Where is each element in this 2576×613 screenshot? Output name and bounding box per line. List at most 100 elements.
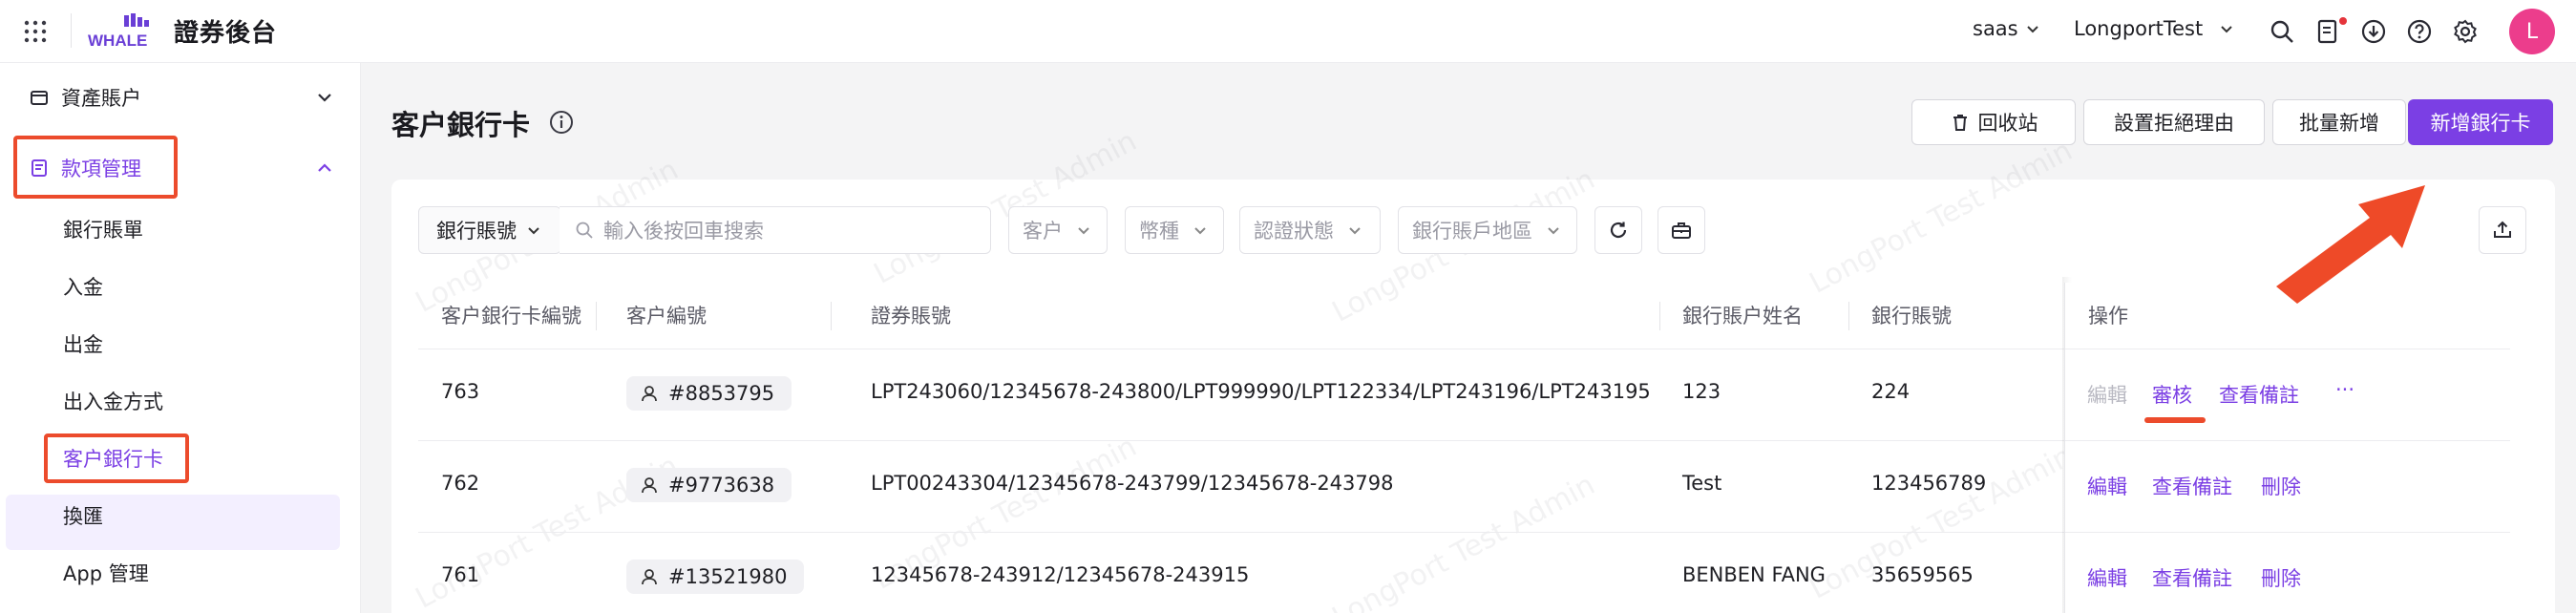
chevron-down-icon (318, 94, 331, 102)
highlight-box-funds (13, 136, 178, 199)
customer-id: #9773638 (668, 474, 775, 497)
chevron-down-icon (2221, 26, 2232, 33)
cell-bank-number: 224 (1871, 380, 1911, 403)
recycle-bin-button[interactable]: 回收站 (1911, 99, 2076, 145)
view-remarks-link[interactable]: 查看備註 (2152, 563, 2232, 592)
header-customer-id: 客户編號 (626, 305, 707, 328)
sidebar-item-bank-statements[interactable]: 銀行賬單 (63, 211, 143, 249)
export-button[interactable] (2479, 206, 2526, 254)
cell-card-id: 761 (441, 563, 480, 586)
user-icon (642, 569, 657, 585)
cell-securities-account: LPT00243304/12345678-243799/12345678-243… (871, 472, 1394, 495)
header-bank-account-number: 銀行賬號 (1871, 305, 1952, 328)
environment-label: LongportTest (2074, 17, 2204, 40)
toolbox-button[interactable] (1658, 206, 1705, 254)
divider (71, 13, 72, 48)
customer-id: #13521980 (668, 565, 788, 588)
refresh-button[interactable] (1594, 206, 1642, 254)
cell-account-name: Test (1682, 472, 1722, 495)
notification-dot (2339, 17, 2347, 25)
chevron-down-icon (2026, 26, 2038, 33)
whale-logo: WHALE (88, 13, 149, 50)
customer-badge[interactable]: #8853795 (626, 376, 792, 411)
header-securities-account: 證券賬號 (871, 305, 951, 328)
highlight-box-bank-cards (44, 433, 189, 483)
cell-account-name: 123 (1682, 380, 1721, 403)
document-notification-icon[interactable] (2314, 18, 2341, 45)
sidebar-item-deposit[interactable]: 入金 (63, 268, 103, 306)
edit-link[interactable]: 編輯 (2087, 563, 2127, 592)
column-divider (596, 302, 597, 330)
refresh-icon (1610, 222, 1627, 239)
cell-securities-account: 12345678-243912/12345678-243915 (871, 563, 1250, 586)
annotation-arrow-icon (2276, 185, 2425, 304)
avatar[interactable]: L (2509, 9, 2555, 54)
settings-icon[interactable] (2452, 18, 2479, 45)
environment-select[interactable]: LongportTest (2074, 17, 2233, 40)
bank-region-filter[interactable]: 銀行賬戶地區 (1398, 206, 1577, 254)
sidebar-item-deposit-methods[interactable]: 出入金方式 (63, 383, 163, 421)
trash-icon (1953, 115, 1967, 131)
header-card-id: 客户銀行卡編號 (441, 305, 581, 328)
sidebar-group-assets[interactable]: 資產賬户 (13, 67, 348, 128)
chevron-down-icon (1349, 227, 1361, 235)
search-input[interactable]: 輸入後按回車搜索 (560, 206, 991, 254)
chevron-down-icon (528, 227, 539, 235)
user-icon (642, 477, 657, 494)
search-icon[interactable] (2269, 18, 2295, 45)
cell-card-id: 763 (441, 380, 480, 403)
customer-filter-label: 客户 (1023, 220, 1063, 243)
divider (2065, 532, 2510, 533)
app-title: 證券後台 (174, 19, 278, 48)
tenant-select[interactable]: saas (1973, 17, 2039, 40)
cell-securities-account: LPT243060/12345678-243800/LPT999990/LPT1… (871, 380, 1651, 403)
customer-id: #8853795 (668, 382, 775, 405)
apps-grid-icon[interactable] (23, 19, 48, 44)
add-bank-card-button[interactable]: 新增銀行卡 (2408, 99, 2553, 145)
chevron-down-icon (1194, 227, 1206, 235)
customer-filter[interactable]: 客户 (1008, 206, 1108, 254)
delete-link[interactable]: 刪除 (2261, 472, 2301, 500)
bank-region-filter-label: 銀行賬戶地區 (1412, 220, 1532, 243)
column-divider (1659, 302, 1660, 330)
edit-link-disabled: 編輯 (2087, 384, 2127, 407)
help-icon[interactable] (2406, 18, 2433, 45)
customer-badge[interactable]: #9773638 (626, 468, 792, 502)
reject-reason-button[interactable]: 設置拒絕理由 (2083, 99, 2265, 145)
header-operations: 操作 (2088, 305, 2128, 328)
search-icon (576, 222, 593, 239)
info-icon[interactable] (548, 109, 575, 136)
view-remarks-link[interactable]: 查看備註 (2152, 472, 2232, 500)
sidebar-item-exchange[interactable]: 換匯 (63, 497, 103, 536)
more-actions-link[interactable]: ··· (2335, 378, 2354, 401)
customer-badge[interactable]: #13521980 (626, 560, 805, 594)
batch-add-button[interactable]: 批量新增 (2272, 99, 2406, 145)
sidebar-item-app-management[interactable]: App 管理 (63, 555, 149, 593)
review-highlight-underline (2144, 417, 2206, 423)
sidebar-item-withdrawal[interactable]: 出金 (63, 326, 103, 364)
toolbox-icon (1672, 222, 1691, 239)
wallet-icon (31, 91, 48, 105)
sidebar-selection-bg (6, 495, 340, 550)
edit-link[interactable]: 編輯 (2087, 472, 2127, 500)
divider (2065, 440, 2510, 441)
search-field-select[interactable]: 銀行賬號 (418, 206, 561, 254)
delete-link[interactable]: 刪除 (2261, 563, 2301, 592)
search-placeholder: 輸入後按回車搜索 (603, 220, 764, 243)
tenant-label: saas (1973, 17, 2018, 40)
auth-status-filter[interactable]: 認證狀態 (1239, 206, 1381, 254)
top-bar: WHALE 證券後台 saas LongportTest L (0, 0, 2576, 63)
download-cloud-icon[interactable] (2360, 18, 2387, 45)
view-remarks-link[interactable]: 查看備註 (2219, 380, 2299, 409)
sidebar-group-label: 資產賬户 (61, 87, 141, 110)
cell-bank-number: 123456789 (1871, 472, 1987, 495)
cell-account-name: BENBEN FANG (1682, 563, 1826, 586)
review-link[interactable]: 審核 (2152, 380, 2192, 409)
currency-filter[interactable]: 幣種 (1125, 206, 1224, 254)
column-divider (1848, 302, 1849, 330)
export-icon (2494, 221, 2511, 238)
recycle-bin-label: 回收站 (1977, 112, 2038, 135)
chevron-down-icon (1078, 227, 1089, 235)
header-bank-account-name: 銀行賬户姓名 (1682, 305, 1803, 328)
currency-filter-label: 幣種 (1139, 220, 1179, 243)
